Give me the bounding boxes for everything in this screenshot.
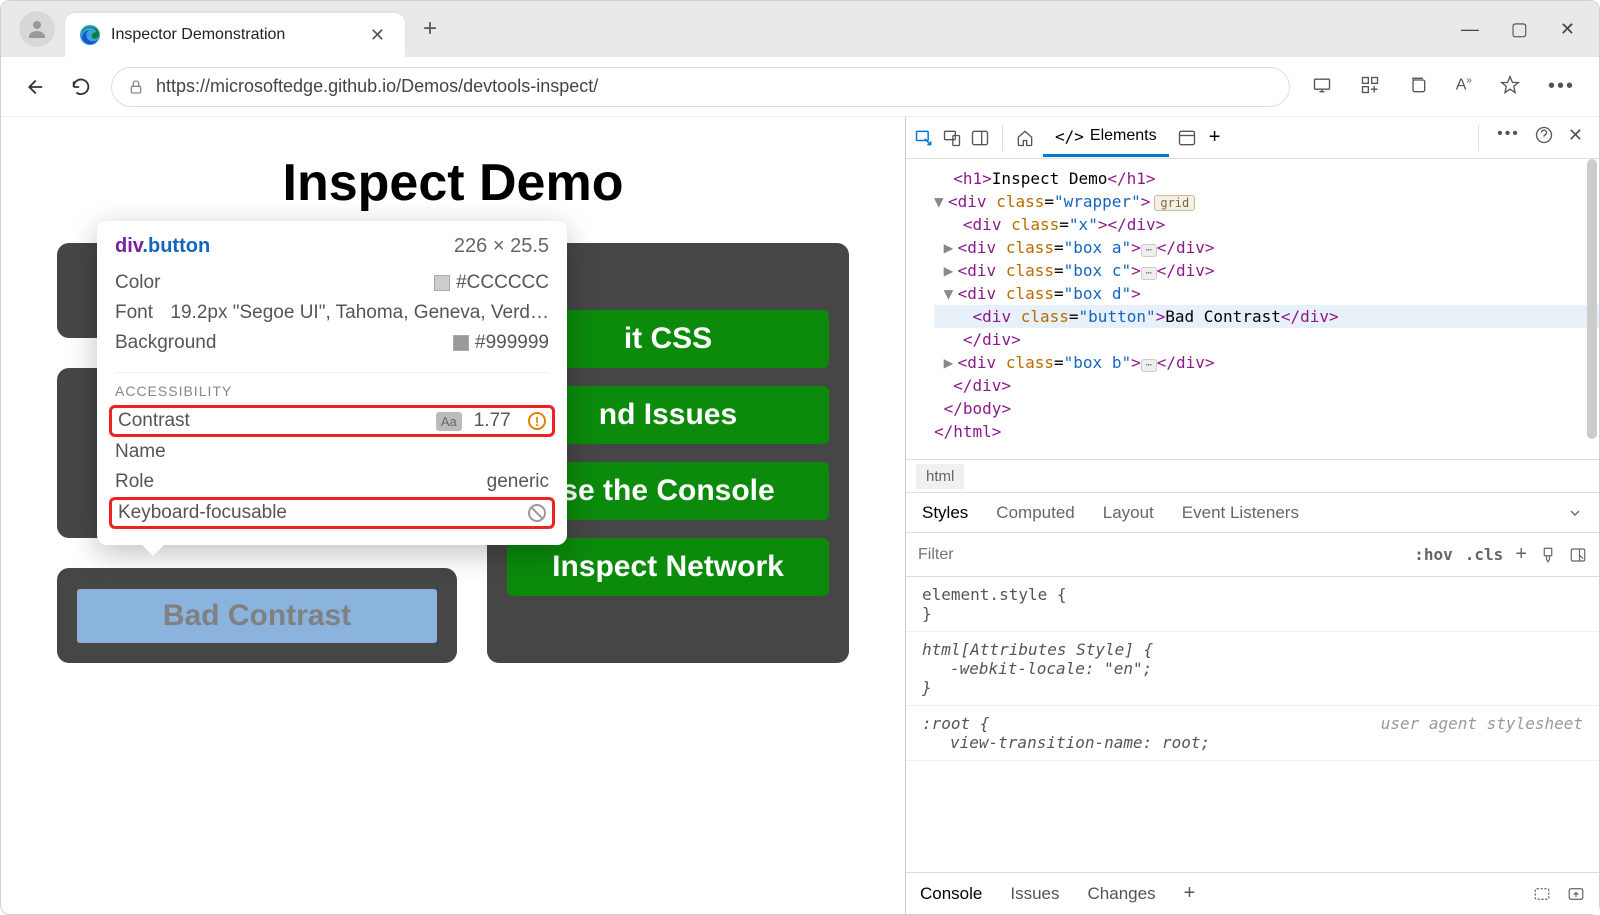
page-viewport: Inspect Demo it CSS nd Issues se the Con… [3, 119, 903, 912]
elements-tab[interactable]: </>Elements [1043, 119, 1169, 157]
profile-avatar[interactable] [19, 11, 55, 47]
event-listeners-tab[interactable]: Event Listeners [1182, 503, 1299, 523]
devtools-drawer: Console Issues Changes + [906, 872, 1599, 914]
inspect-element-icon[interactable] [914, 128, 934, 148]
tooltip-color-label: Color [115, 272, 160, 294]
favorite-icon[interactable] [1500, 75, 1520, 98]
tooltip-contrast-row: Contrast Aa1.77 ! [109, 405, 555, 437]
bg-swatch-icon [453, 335, 469, 351]
desktop-icon[interactable] [1312, 75, 1332, 98]
welcome-tab-icon[interactable] [1015, 128, 1035, 148]
minimize-button[interactable]: — [1461, 19, 1479, 40]
styles-filter-row: :hov .cls + [906, 533, 1599, 577]
collections-icon[interactable] [1408, 75, 1428, 98]
tab-title: Inspector Demonstration [111, 26, 364, 44]
add-drawer-tab-icon[interactable]: + [1184, 882, 1196, 905]
computed-panel-icon[interactable] [1569, 546, 1587, 564]
inspector-tooltip: div.button 226 × 25.5 Color#CCCCCC Font1… [97, 221, 567, 545]
computed-tab[interactable]: Computed [996, 503, 1074, 523]
scrollbar-thumb[interactable] [1587, 159, 1597, 439]
more-icon[interactable]: ••• [1548, 75, 1575, 98]
dock-side-icon[interactable] [970, 128, 990, 148]
issues-drawer-tab[interactable]: Issues [1010, 884, 1059, 904]
dom-tree[interactable]: <h1>Inspect Demo</h1> ▼<div class="wrapp… [906, 159, 1599, 459]
tooltip-name-label: Name [115, 441, 166, 463]
close-devtools-icon[interactable]: ✕ [1568, 125, 1583, 151]
cls-toggle[interactable]: .cls [1465, 545, 1504, 564]
lock-icon [128, 79, 144, 95]
styles-pane-tabs: Styles Computed Layout Event Listeners [906, 493, 1599, 533]
changes-drawer-tab[interactable]: Changes [1088, 884, 1156, 904]
back-button[interactable] [15, 69, 51, 105]
color-swatch-icon [434, 275, 450, 291]
new-tab-button[interactable]: + [423, 15, 437, 43]
bad-contrast-button[interactable]: Bad Contrast [77, 589, 437, 643]
not-allowed-icon [528, 504, 546, 522]
tooltip-role-label: Role [115, 471, 154, 493]
maximize-button[interactable]: ▢ [1511, 19, 1528, 40]
styles-tab[interactable]: Styles [922, 503, 968, 523]
tab-close-button[interactable]: ✕ [364, 23, 391, 48]
styles-rules: element.style { } html[Attributes Style]… [906, 577, 1599, 872]
tooltip-a11y-heading: ACCESSIBILITY [115, 372, 549, 399]
layout-tab[interactable]: Layout [1103, 503, 1154, 523]
url-text: https://microsoftedge.github.io/Demos/de… [156, 76, 598, 97]
brush-icon[interactable] [1539, 546, 1557, 564]
apps-icon[interactable] [1360, 75, 1380, 98]
refresh-button[interactable] [63, 69, 99, 105]
demo-button-4[interactable]: Inspect Network [507, 538, 829, 596]
dom-breadcrumb[interactable]: html [906, 459, 1599, 493]
browser-toolbar: https://microsoftedge.github.io/Demos/de… [1, 57, 1599, 117]
box-d: Bad Contrast [57, 568, 457, 663]
page-heading: Inspect Demo [57, 153, 849, 213]
close-window-button[interactable]: ✕ [1560, 19, 1575, 40]
application-tab-icon[interactable] [1177, 128, 1197, 148]
styles-filter-input[interactable] [918, 546, 1402, 564]
new-style-rule-icon[interactable]: + [1515, 543, 1527, 566]
tooltip-font-label: Font [115, 302, 153, 324]
tooltip-selector: div.button [115, 235, 210, 258]
devtools-toolbar: </>Elements + ••• ✕ [906, 117, 1599, 159]
aa-badge-icon: Aa [436, 412, 462, 431]
devtools-panel: </>Elements + ••• ✕ <h1>Inspect Demo</h1… [905, 117, 1599, 914]
person-icon [25, 17, 49, 41]
read-aloud-icon[interactable]: A» [1456, 75, 1472, 98]
help-icon[interactable] [1534, 125, 1554, 151]
drawer-dock-icon[interactable] [1533, 885, 1551, 903]
grid-badge[interactable]: grid [1154, 195, 1195, 211]
selected-dom-node[interactable]: <div class="button">Bad Contrast</div> [934, 305, 1599, 328]
add-tab-icon[interactable]: + [1205, 128, 1225, 148]
browser-tab[interactable]: Inspector Demonstration ✕ [65, 13, 405, 57]
address-bar[interactable]: https://microsoftedge.github.io/Demos/de… [111, 67, 1290, 107]
more-tools-icon[interactable]: ••• [1497, 125, 1520, 151]
tooltip-dimensions: 226 × 25.5 [454, 235, 549, 258]
hov-toggle[interactable]: :hov [1414, 545, 1453, 564]
drawer-expand-icon[interactable] [1567, 885, 1585, 903]
device-emulation-icon[interactable] [942, 128, 962, 148]
tooltip-bg-label: Background [115, 332, 216, 354]
tooltip-keyboard-row: Keyboard-focusable [109, 497, 555, 529]
console-drawer-tab[interactable]: Console [920, 884, 982, 904]
styles-more-icon[interactable] [1567, 505, 1583, 521]
edge-favicon-icon [79, 24, 101, 46]
browser-titlebar: Inspector Demonstration ✕ + — ▢ ✕ [1, 1, 1599, 57]
warning-icon: ! [528, 412, 546, 430]
